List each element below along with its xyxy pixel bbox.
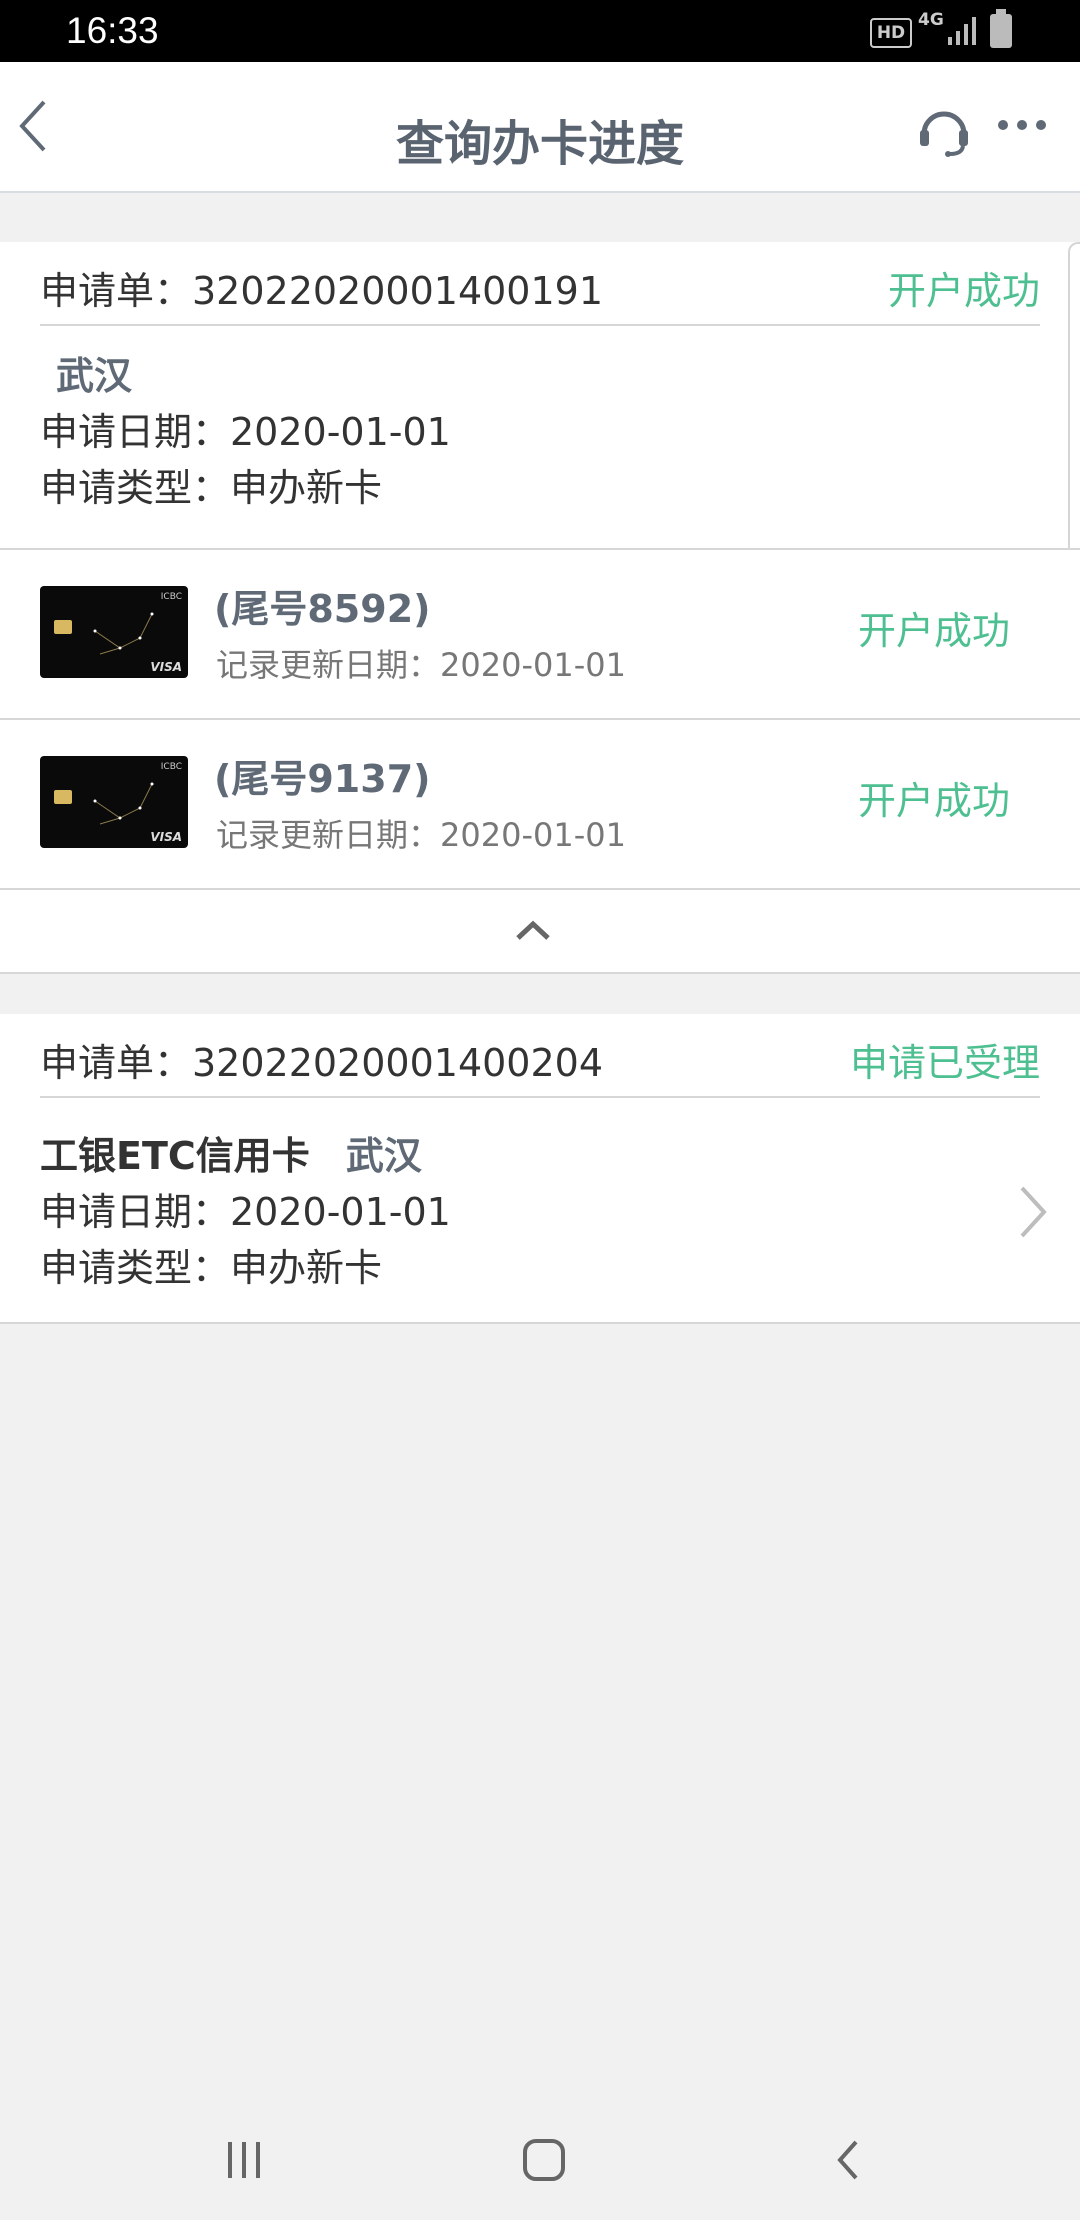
card-tail-number: (尾号8592) [214, 587, 431, 631]
nav-bar: 查询办卡进度 [0, 62, 1080, 193]
network-type: 4G [918, 10, 944, 30]
card-brand: ICBC [160, 762, 182, 772]
application-header: 申请单：32022020001400204 申请已受理 [40, 1014, 1040, 1098]
card-network: VISA [150, 660, 182, 674]
hd-badge: HD [870, 18, 912, 48]
battery-icon [990, 9, 1012, 48]
card-item[interactable]: ICBC VISA (尾号9137) 记录更新日期：2020-01-01 开户成… [0, 720, 1080, 890]
application-card[interactable]: 申请单：32022020001400204 申请已受理 工银ETC信用卡 武汉 … [0, 1014, 1080, 1324]
application-status: 开户成功 [887, 269, 1040, 313]
card-tail-number: (尾号9137) [214, 757, 431, 801]
status-time: 16:33 [66, 10, 159, 51]
application-info: 武汉 申请日期：2020-01-01 申请类型：申办新卡 [0, 326, 1080, 550]
home-icon[interactable] [522, 2138, 566, 2182]
recent-apps-icon[interactable] [224, 2140, 264, 2180]
card-item[interactable]: ICBC VISA (尾号8592) 记录更新日期：2020-01-01 开户成… [0, 550, 1080, 720]
product-name: 工银ETC信用卡 [40, 1134, 310, 1178]
credit-card-image: ICBC VISA [40, 756, 188, 848]
application-date: 申请日期：2020-01-01 [40, 410, 451, 454]
card-chip [54, 620, 72, 634]
application-number: 申请单：32022020001400204 [40, 1041, 604, 1085]
product-line: 工银ETC信用卡 武汉 [40, 1128, 1040, 1184]
application-header: 申请单：32022020001400191 开户成功 [40, 242, 1040, 326]
more-icon[interactable] [996, 118, 1048, 132]
application-type: 申请类型：申办新卡 [40, 1246, 383, 1290]
card-updated-date: 记录更新日期：2020-01-01 [216, 646, 626, 684]
chevron-right-icon[interactable] [1016, 1184, 1050, 1240]
application-card: 申请单：32022020001400191 开户成功 武汉 申请日期：2020-… [0, 242, 1080, 974]
status-bar: 16:33 HD 4G [0, 0, 1080, 62]
card-brand: ICBC [160, 592, 182, 602]
application-number: 申请单：32022020001400191 [40, 269, 604, 313]
application-date: 申请日期：2020-01-01 [40, 1190, 451, 1234]
application-city: 武汉 [56, 354, 133, 398]
application-info: 工银ETC信用卡 武汉 申请日期：2020-01-01 申请类型：申办新卡 [0, 1098, 1080, 1296]
chevron-up-icon [516, 920, 550, 940]
card-status: 开户成功 [857, 779, 1010, 823]
application-status: 申请已受理 [849, 1041, 1040, 1085]
headset-icon[interactable] [916, 100, 972, 160]
card-network: VISA [150, 830, 182, 844]
system-back-icon[interactable] [834, 2138, 862, 2182]
credit-card-image: ICBC VISA [40, 586, 188, 678]
card-status: 开户成功 [857, 609, 1010, 653]
signal-icon [948, 17, 976, 45]
system-nav-bar [0, 2100, 1080, 2220]
card-chip [54, 790, 72, 804]
card-updated-date: 记录更新日期：2020-01-01 [216, 816, 626, 854]
collapse-button[interactable] [0, 890, 1080, 974]
application-city: 武汉 [345, 1134, 422, 1178]
application-type: 申请类型：申办新卡 [40, 466, 383, 510]
